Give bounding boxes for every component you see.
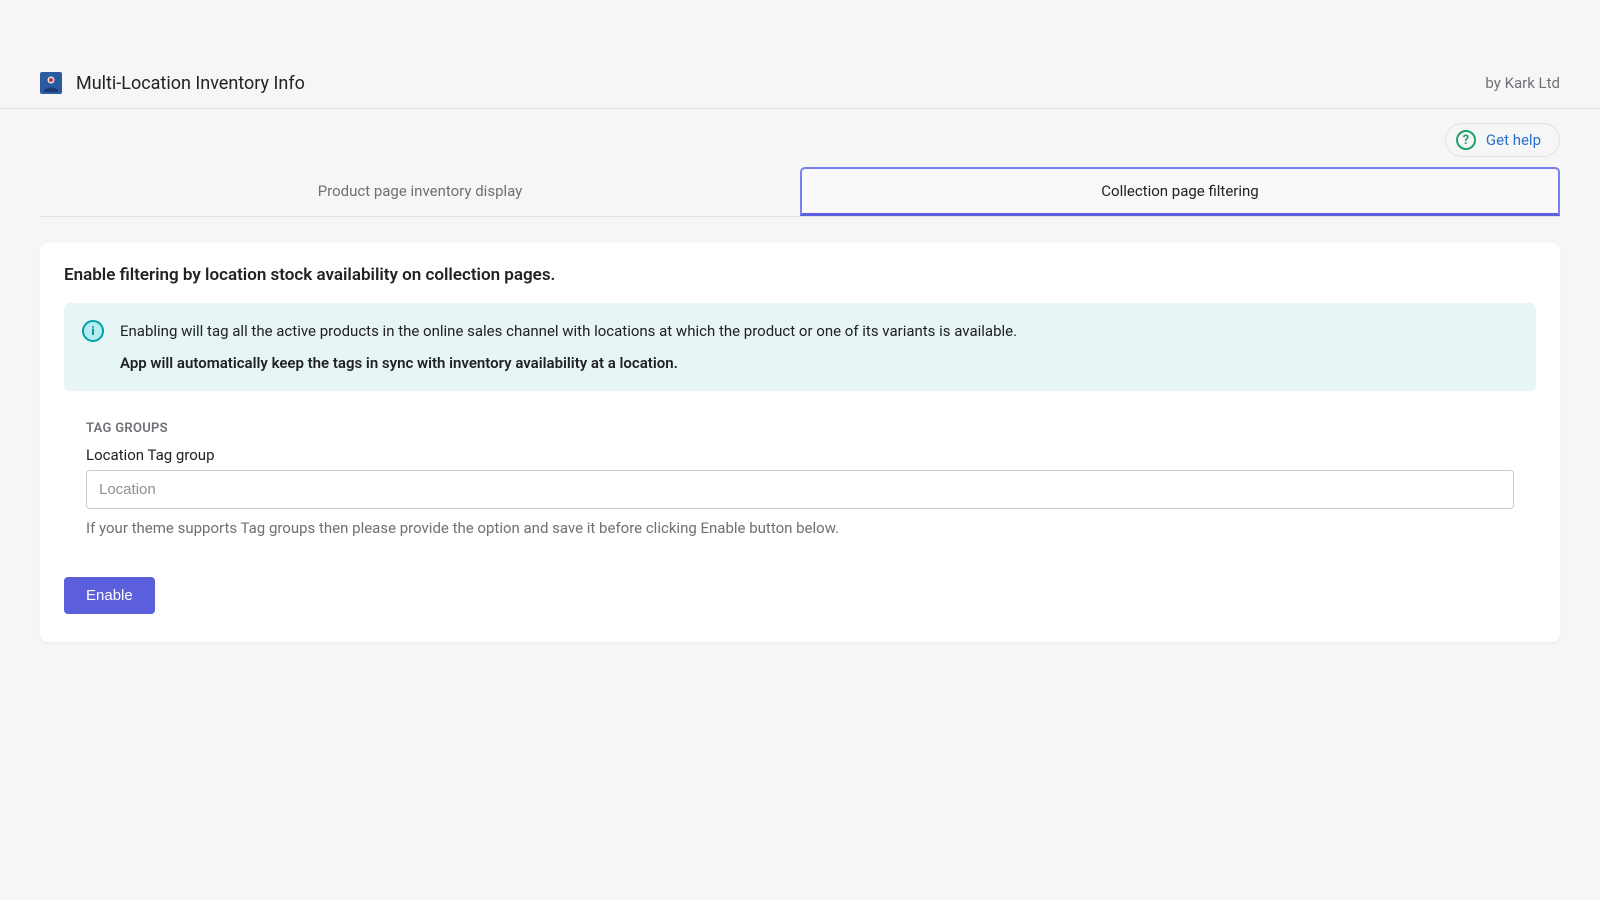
tag-groups-section-label: TAG GROUPS (86, 421, 1536, 436)
info-icon: i (82, 320, 104, 342)
app-header: Multi-Location Inventory Info by Kark Lt… (0, 60, 1600, 109)
app-logo-icon (40, 72, 62, 94)
info-line-2: App will automatically keep the tags in … (120, 351, 1017, 375)
app-byline: by Kark Ltd (1485, 74, 1560, 92)
info-content: Enabling will tag all the active product… (120, 319, 1017, 375)
get-help-button[interactable]: ? Get help (1445, 123, 1560, 157)
location-tag-group-label: Location Tag group (86, 446, 1536, 464)
location-tag-group-input[interactable] (86, 470, 1514, 509)
tab-label: Collection page filtering (1101, 182, 1258, 200)
app-title: Multi-Location Inventory Info (76, 73, 305, 94)
tab-collection-page-filtering[interactable]: Collection page filtering (800, 167, 1560, 216)
helpbar: ? Get help (0, 109, 1600, 167)
question-icon: ? (1456, 130, 1476, 150)
tag-groups-help-text: If your theme supports Tag groups then p… (86, 519, 1536, 537)
tab-product-page-inventory-display[interactable]: Product page inventory display (40, 167, 800, 216)
tab-label: Product page inventory display (318, 182, 523, 200)
card-heading: Enable filtering by location stock avail… (64, 265, 1536, 285)
info-banner: i Enabling will tag all the active produ… (64, 303, 1536, 391)
header-left: Multi-Location Inventory Info (40, 72, 305, 94)
enable-button-label: Enable (86, 587, 133, 604)
settings-card: Enable filtering by location stock avail… (40, 243, 1560, 642)
info-line-1: Enabling will tag all the active product… (120, 319, 1017, 343)
app-container: Multi-Location Inventory Info by Kark Lt… (0, 0, 1600, 900)
tabs: Product page inventory display Collectio… (40, 167, 1560, 217)
enable-button[interactable]: Enable (64, 577, 155, 614)
get-help-label: Get help (1486, 131, 1541, 149)
